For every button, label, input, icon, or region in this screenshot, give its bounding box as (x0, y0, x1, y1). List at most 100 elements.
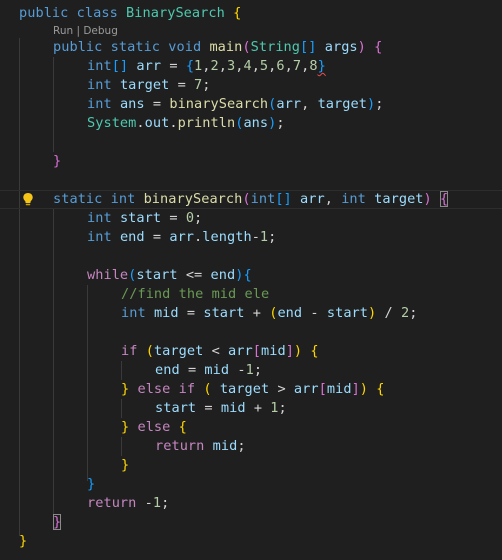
code-comment: //find the mid ele (121, 286, 270, 302)
code-token: arr (169, 229, 195, 245)
code-editor[interactable]: Run | Debug public class BinarySearch { … (0, 0, 502, 560)
lightbulb-icon[interactable] (22, 192, 34, 207)
code-token: int (87, 58, 112, 74)
code-token: ) (366, 96, 376, 112)
indent-guide (121, 437, 122, 456)
code-token: ( (242, 39, 251, 55)
code-token: static (110, 39, 161, 55)
codelens-run-debug[interactable]: Run | Debug (53, 23, 118, 39)
code-token: target (374, 191, 424, 207)
code-token: } (19, 533, 28, 549)
code-token: , (251, 58, 260, 74)
code-token: int (121, 305, 146, 321)
code-token: <= (185, 267, 203, 283)
code-token: ; (409, 305, 418, 321)
code-token: [] (275, 191, 292, 207)
code-line: //find the mid ele (121, 285, 269, 304)
code-token: = (152, 96, 162, 112)
code-line: } else { (121, 418, 187, 437)
code-token: length (202, 229, 252, 245)
code-token: System (87, 115, 137, 131)
code-token: } (121, 457, 130, 473)
code-line: end = mid -1; (155, 361, 262, 380)
code-token: 1 (270, 400, 279, 416)
code-token: ; (276, 115, 285, 131)
indent-guide (121, 399, 122, 418)
code-token: } (87, 476, 96, 492)
code-line: } (19, 532, 27, 551)
indent-guide (87, 285, 88, 481)
code-token: } (121, 381, 130, 397)
code-token: arr (276, 96, 302, 112)
code-token: start (155, 400, 197, 416)
code-token: else (137, 381, 171, 397)
code-token: } (53, 153, 62, 169)
indent-guide (19, 38, 20, 536)
code-token: ] (285, 343, 294, 359)
code-token: = (152, 229, 162, 245)
code-token: arr (293, 381, 319, 397)
code-token: mid (326, 381, 352, 397)
code-token: < (211, 343, 220, 359)
code-token: ; (268, 229, 277, 245)
code-token: / (384, 305, 393, 321)
code-token: 1 (259, 229, 269, 245)
code-token: { (243, 267, 252, 283)
code-line: int ans = binarySearch(arr, target); (87, 95, 383, 114)
code-token: = (186, 305, 196, 321)
code-token: return (155, 438, 205, 454)
code-token: ans (119, 96, 145, 112)
code-line: start = mid + 1; (155, 399, 287, 418)
code-token: } (317, 58, 326, 74)
code-token: - (144, 495, 153, 511)
code-token: + (252, 305, 261, 321)
code-token: target (317, 96, 367, 112)
code-token: ] (351, 381, 360, 397)
code-token: public (53, 39, 103, 55)
code-token: println (177, 115, 236, 131)
code-token: end (277, 305, 303, 321)
code-token: mid (153, 305, 179, 321)
code-line: System.out.println(ans); (87, 114, 285, 133)
code-token: { (310, 343, 319, 359)
code-token: - (237, 362, 246, 378)
code-token: ; (161, 495, 170, 511)
code-token: mid (204, 362, 230, 378)
code-token: = (169, 58, 178, 74)
code-token: [] (111, 58, 129, 74)
code-token: while (87, 267, 129, 283)
code-token: ) (359, 381, 369, 397)
code-token: 2 (400, 305, 410, 321)
code-token: start (136, 267, 178, 283)
code-token: ( (203, 381, 212, 397)
code-token: out (144, 115, 170, 131)
indent-guide (121, 361, 122, 380)
code-token: args (324, 39, 358, 55)
code-token: static (53, 191, 103, 207)
code-token: end (155, 362, 180, 378)
code-line: int start = 0; (87, 209, 202, 228)
code-line: } (87, 475, 95, 494)
code-token: { (185, 58, 195, 74)
code-token: if (178, 381, 196, 397)
code-token: main (209, 39, 243, 55)
